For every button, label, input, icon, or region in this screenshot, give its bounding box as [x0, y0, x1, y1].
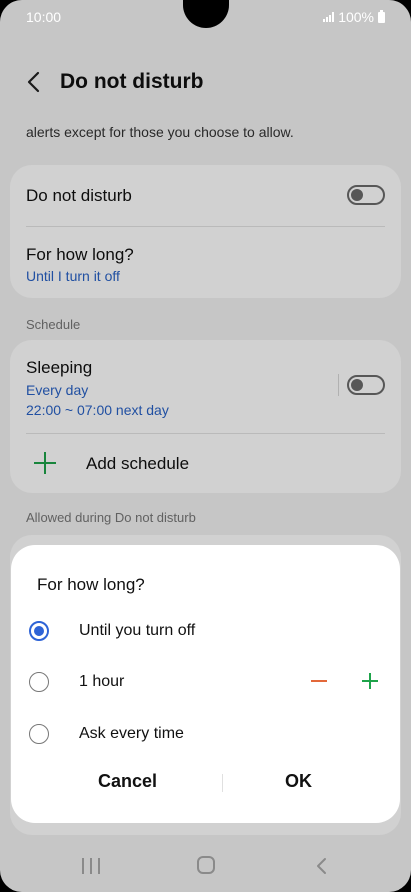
nav-back-icon[interactable]: [312, 856, 332, 876]
option-label: Ask every time: [79, 725, 184, 742]
duration-dialog: For how long? Until you turn off 1 hour …: [11, 545, 400, 823]
radio-button-selected[interactable]: [29, 621, 49, 641]
phone-screen: 10:00 100% Do not disturb alerts except …: [0, 0, 411, 892]
option-label: Until you turn off: [79, 622, 196, 639]
option-label: 1 hour: [79, 673, 125, 690]
option-ask-every-time[interactable]: Ask every time: [11, 714, 400, 754]
button-divider: [222, 774, 223, 792]
ok-button[interactable]: OK: [285, 771, 312, 792]
radio-button[interactable]: [29, 672, 49, 692]
cancel-button[interactable]: Cancel: [98, 771, 157, 792]
option-1-hour[interactable]: 1 hour: [11, 662, 400, 702]
navigation-bar: [0, 842, 411, 892]
home-icon[interactable]: [197, 856, 215, 874]
signal-icon: [323, 12, 335, 22]
radio-button[interactable]: [29, 724, 49, 744]
recent-apps-icon[interactable]: [82, 858, 100, 876]
option-until-off[interactable]: Until you turn off: [11, 611, 400, 651]
status-time: 10:00: [26, 9, 62, 25]
increase-icon[interactable]: [362, 673, 378, 689]
dialog-title: For how long?: [37, 575, 145, 594]
battery-percent: 100%: [338, 9, 374, 25]
decrease-icon[interactable]: [311, 680, 327, 682]
status-icons: 100%: [323, 9, 385, 25]
battery-icon: [378, 9, 385, 23]
